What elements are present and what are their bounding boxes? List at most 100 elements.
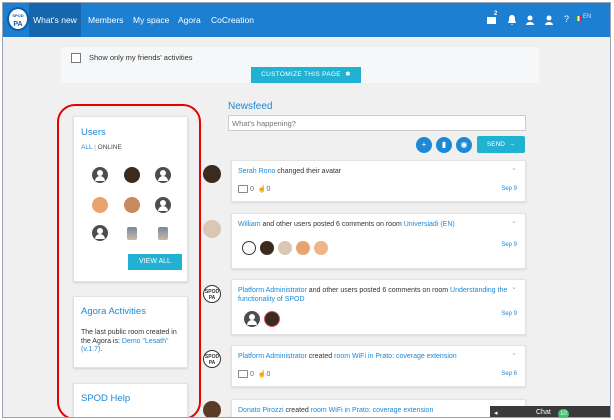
chevron-down-icon[interactable]: ⌄ <box>511 283 517 291</box>
top-nav: SPOD PA What's new Members My space Agor… <box>3 3 610 37</box>
bell-icon[interactable] <box>506 14 518 26</box>
participant-generic-avatar <box>244 311 260 327</box>
feed-post: ⌄ Platform Administrator and other users… <box>231 279 526 335</box>
thumbs-up-icon[interactable]: ☝ <box>256 186 267 193</box>
chevron-down-icon[interactable]: ⌄ <box>511 349 517 357</box>
post-actor-link[interactable]: William <box>238 221 261 228</box>
user-avatar[interactable] <box>92 225 108 241</box>
app-window: SPOD PA What's new Members My space Agor… <box>2 2 611 418</box>
user-icon[interactable] <box>524 14 536 26</box>
post-text: Donato Pirozzi created room WiFi in Prat… <box>238 406 508 415</box>
spod-pa-logo[interactable]: SPOD PA <box>7 7 29 31</box>
status-input[interactable] <box>228 115 526 131</box>
logo-line1: SPOD <box>12 13 24 18</box>
post-action: and other users posted 6 comments on roo… <box>260 221 404 228</box>
post-date: Sep 9 <box>501 311 517 317</box>
chevron-down-icon[interactable]: ⌄ <box>511 217 517 225</box>
chevron-down-icon[interactable]: ⌄ <box>511 164 517 172</box>
send-button[interactable]: SEND → <box>477 136 525 153</box>
post-author-avatar[interactable]: SPOD PA <box>203 285 221 303</box>
post-date: Sep 9 <box>501 186 517 192</box>
friends-filter-bar: Show only my friends' activities CUSTOMI… <box>61 47 539 83</box>
feed-post: ⌄ Donato Pirozzi created room WiFi in Pr… <box>231 399 526 417</box>
profile-icon[interactable] <box>543 14 555 26</box>
participant-avatar[interactable] <box>244 311 260 327</box>
post-actor-link[interactable]: Donato Pirozzi <box>238 407 284 414</box>
chart-icon[interactable]: ▮ <box>436 137 452 153</box>
newsfeed-title: Newsfeed <box>228 101 273 112</box>
users-card: Users ALL | ONLINE VIEW ALL <box>73 116 188 282</box>
post-author-avatar[interactable] <box>203 165 221 183</box>
gear-icon: ✱ <box>343 71 351 78</box>
friends-only-checkbox[interactable] <box>71 53 81 63</box>
participant-avatar[interactable] <box>314 241 328 255</box>
send-label: SEND <box>486 141 505 148</box>
spod-help-card: SPOD Help <box>73 383 188 417</box>
view-all-users-button[interactable]: VIEW ALL <box>128 254 182 270</box>
post-action: changed their avatar <box>275 168 342 175</box>
thumbs-up-icon[interactable]: ☝ <box>256 371 267 378</box>
post-actor-link[interactable]: Serah Rono <box>238 168 275 175</box>
camera-icon[interactable]: ◉ <box>456 137 472 153</box>
chat-bar[interactable]: ◂ Chat 10 <box>490 406 610 417</box>
participant-avatar[interactable] <box>264 311 280 327</box>
add-file-icon[interactable]: + <box>416 137 432 153</box>
user-avatar[interactable] <box>155 197 171 213</box>
user-avatar[interactable] <box>124 167 140 183</box>
help-icon[interactable]: ? <box>564 14 569 24</box>
users-title: Users <box>81 127 106 138</box>
comment-icon[interactable] <box>238 185 248 194</box>
nav-my-space[interactable]: My space <box>133 3 169 37</box>
user-avatar[interactable] <box>155 167 171 183</box>
nav-whats-new[interactable]: What's new <box>29 3 81 37</box>
post-author-avatar[interactable] <box>203 220 221 238</box>
participant-avatar[interactable] <box>242 241 256 255</box>
notif-count-badge: 2 <box>494 11 498 17</box>
user-avatar-photo[interactable] <box>158 227 168 240</box>
post-action: created <box>306 353 335 360</box>
comment-icon[interactable] <box>238 370 248 379</box>
help-title: SPOD Help <box>81 393 131 404</box>
filter-all-tab[interactable]: ALL <box>81 144 92 151</box>
post-room-link[interactable]: room WiFi in Prato: coverage extension <box>334 353 457 360</box>
participant-avatar[interactable] <box>260 241 274 255</box>
post-room-link[interactable]: room WiFi in Prato: coverage extension <box>311 407 434 414</box>
nav-cocreation[interactable]: CoCreation <box>211 3 254 37</box>
post-reactions: 0 ☝0 <box>238 185 270 194</box>
customize-page-button[interactable]: CUSTOMIZE THIS PAGE ✱ <box>251 67 361 83</box>
user-avatar[interactable] <box>92 197 108 213</box>
participant-avatar[interactable] <box>296 241 310 255</box>
post-text: Platform Administrator created room WiFi… <box>238 352 508 361</box>
user-avatar[interactable] <box>124 197 140 213</box>
participant-avatar[interactable] <box>278 241 292 255</box>
volume-icon[interactable]: ◂ <box>494 409 498 417</box>
feed-post: ⌄ Serah Rono changed their avatar 0 ☝0 S… <box>231 160 526 202</box>
comment-count: 0 <box>250 186 254 193</box>
comment-count: 0 <box>250 371 254 378</box>
users-filter: ALL | ONLINE <box>81 144 122 151</box>
post-action: and other users posted 6 comments on roo… <box>306 287 451 294</box>
feed-post: ⌄ Platform Administrator created room Wi… <box>231 345 526 387</box>
post-actor-link[interactable]: Platform Administrator <box>238 287 307 294</box>
friends-only-label: Show only my friends' activities <box>89 53 193 62</box>
user-avatar[interactable] <box>92 167 108 183</box>
post-action: created <box>283 407 311 414</box>
post-author-avatar[interactable] <box>203 401 221 417</box>
post-author-avatar[interactable]: SPOD PA <box>203 350 221 368</box>
language-selector[interactable]: EN <box>583 14 591 20</box>
post-text: Platform Administrator and other users p… <box>238 286 508 304</box>
user-avatar-photo[interactable] <box>127 227 137 240</box>
post-text: William and other users posted 6 comment… <box>238 220 508 229</box>
logo-line2: PA <box>13 21 23 28</box>
post-room-link[interactable]: Universiadi (EN) <box>404 221 455 228</box>
nav-agora[interactable]: Agora <box>178 3 201 37</box>
filter-online-tab[interactable]: ONLINE <box>98 144 122 151</box>
post-text: Serah Rono changed their avatar <box>238 167 508 176</box>
agora-description: The last public room created in the Agor… <box>81 329 185 355</box>
nav-members[interactable]: Members <box>88 3 123 37</box>
italy-flag-icon[interactable] <box>575 16 582 21</box>
feed-post: ⌄ William and other users posted 6 comme… <box>231 213 526 269</box>
post-actor-link[interactable]: Platform Administrator <box>238 353 307 360</box>
agora-activities-card: Agora Activities The last public room cr… <box>73 296 188 368</box>
post-reactions: 0 ☝0 <box>238 370 270 379</box>
